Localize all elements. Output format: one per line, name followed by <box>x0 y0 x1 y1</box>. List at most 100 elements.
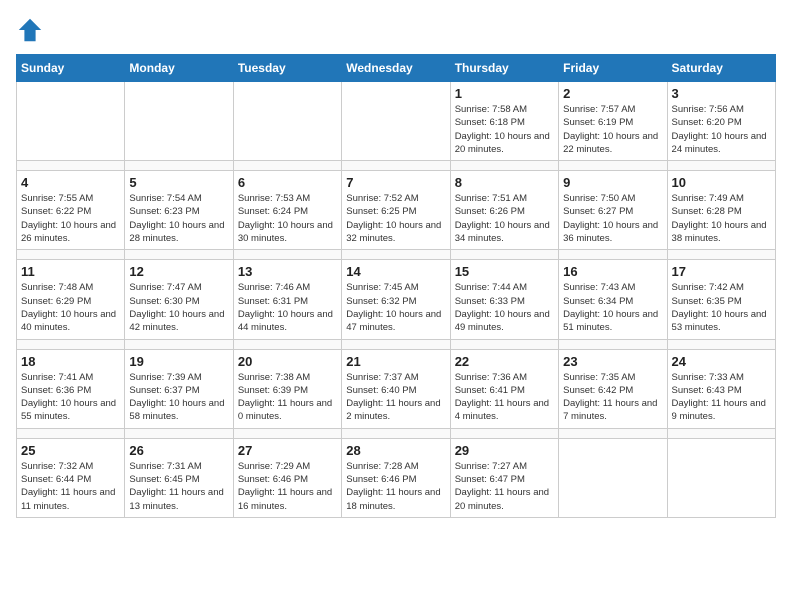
day-info: Sunrise: 7:52 AM Sunset: 6:25 PM Dayligh… <box>346 192 445 245</box>
day-number: 22 <box>455 354 554 369</box>
calendar-cell: 26 Sunrise: 7:31 AM Sunset: 6:45 PM Dayli… <box>125 438 233 517</box>
weekday-thursday: Thursday <box>450 55 558 82</box>
calendar: SundayMondayTuesdayWednesdayThursdayFrid… <box>16 54 776 518</box>
calendar-cell <box>233 82 341 161</box>
calendar-cell: 1Sunrise: 7:58 AM Sunset: 6:18 PM Daylig… <box>450 82 558 161</box>
day-info: Sunrise: 7:37 AM Sunset: 6:40 PM Dayligh… <box>346 371 445 424</box>
day-info: Sunrise: 7:54 AM Sunset: 6:23 PM Dayligh… <box>129 192 228 245</box>
calendar-cell: 20 Sunrise: 7:38 AM Sunset: 6:39 PM Dayli… <box>233 349 341 428</box>
day-info: Sunrise: 7:41 AM Sunset: 6:36 PM Dayligh… <box>21 371 120 424</box>
weekday-monday: Monday <box>125 55 233 82</box>
day-number: 4 <box>21 175 120 190</box>
day-number: 12 <box>129 264 228 279</box>
separator-row <box>17 428 776 438</box>
day-info: Sunrise: 7:51 AM Sunset: 6:26 PM Dayligh… <box>455 192 554 245</box>
day-info: Sunrise: 7:50 AM Sunset: 6:27 PM Dayligh… <box>563 192 662 245</box>
calendar-cell <box>125 82 233 161</box>
calendar-cell: 18Sunrise: 7:41 AM Sunset: 6:36 PM Dayli… <box>17 349 125 428</box>
day-number: 23 <box>563 354 662 369</box>
day-info: Sunrise: 7:47 AM Sunset: 6:30 PM Dayligh… <box>129 281 228 334</box>
day-number: 11 <box>21 264 120 279</box>
calendar-cell: 24 Sunrise: 7:33 AM Sunset: 6:43 PM Dayli… <box>667 349 775 428</box>
day-info: Sunrise: 7:49 AM Sunset: 6:28 PM Dayligh… <box>672 192 771 245</box>
day-info: Sunrise: 7:55 AM Sunset: 6:22 PM Dayligh… <box>21 192 120 245</box>
day-info: Sunrise: 7:29 AM Sunset: 6:46 PM Dayligh… <box>238 460 337 513</box>
week-row-1: 1Sunrise: 7:58 AM Sunset: 6:18 PM Daylig… <box>17 82 776 161</box>
day-number: 26 <box>129 443 228 458</box>
day-info: Sunrise: 7:33 AM Sunset: 6:43 PM Dayligh… <box>672 371 771 424</box>
day-number: 25 <box>21 443 120 458</box>
day-info: Sunrise: 7:31 AM Sunset: 6:45 PM Dayligh… <box>129 460 228 513</box>
calendar-cell: 5Sunrise: 7:54 AM Sunset: 6:23 PM Daylig… <box>125 171 233 250</box>
calendar-cell: 7 Sunrise: 7:52 AM Sunset: 6:25 PM Daylig… <box>342 171 450 250</box>
calendar-cell: 23 Sunrise: 7:35 AM Sunset: 6:42 PM Dayli… <box>559 349 667 428</box>
day-info: Sunrise: 7:35 AM Sunset: 6:42 PM Dayligh… <box>563 371 662 424</box>
calendar-cell: 28 Sunrise: 7:28 AM Sunset: 6:46 PM Dayli… <box>342 438 450 517</box>
calendar-cell: 15 Sunrise: 7:44 AM Sunset: 6:33 PM Dayli… <box>450 260 558 339</box>
calendar-cell: 12 Sunrise: 7:47 AM Sunset: 6:30 PM Dayli… <box>125 260 233 339</box>
day-number: 20 <box>238 354 337 369</box>
weekday-saturday: Saturday <box>667 55 775 82</box>
day-number: 19 <box>129 354 228 369</box>
calendar-cell: 14 Sunrise: 7:45 AM Sunset: 6:32 PM Dayli… <box>342 260 450 339</box>
calendar-cell: 17 Sunrise: 7:42 AM Sunset: 6:35 PM Dayli… <box>667 260 775 339</box>
weekday-friday: Friday <box>559 55 667 82</box>
day-number: 2 <box>563 86 662 101</box>
week-row-2: 4 Sunrise: 7:55 AM Sunset: 6:22 PM Daylig… <box>17 171 776 250</box>
day-number: 28 <box>346 443 445 458</box>
calendar-cell: 3 Sunrise: 7:56 AM Sunset: 6:20 PM Daylig… <box>667 82 775 161</box>
day-info: Sunrise: 7:36 AM Sunset: 6:41 PM Dayligh… <box>455 371 554 424</box>
calendar-cell <box>667 438 775 517</box>
day-number: 14 <box>346 264 445 279</box>
day-number: 27 <box>238 443 337 458</box>
week-row-4: 18Sunrise: 7:41 AM Sunset: 6:36 PM Dayli… <box>17 349 776 428</box>
day-info: Sunrise: 7:45 AM Sunset: 6:32 PM Dayligh… <box>346 281 445 334</box>
calendar-cell: 29 Sunrise: 7:27 AM Sunset: 6:47 PM Dayli… <box>450 438 558 517</box>
day-info: Sunrise: 7:42 AM Sunset: 6:35 PM Dayligh… <box>672 281 771 334</box>
day-number: 7 <box>346 175 445 190</box>
day-number: 8 <box>455 175 554 190</box>
calendar-cell: 27 Sunrise: 7:29 AM Sunset: 6:46 PM Dayli… <box>233 438 341 517</box>
calendar-cell: 10 Sunrise: 7:49 AM Sunset: 6:28 PM Dayli… <box>667 171 775 250</box>
calendar-cell: 16Sunrise: 7:43 AM Sunset: 6:34 PM Dayli… <box>559 260 667 339</box>
day-number: 29 <box>455 443 554 458</box>
day-number: 15 <box>455 264 554 279</box>
day-number: 24 <box>672 354 771 369</box>
day-info: Sunrise: 7:27 AM Sunset: 6:47 PM Dayligh… <box>455 460 554 513</box>
day-info: Sunrise: 7:28 AM Sunset: 6:46 PM Dayligh… <box>346 460 445 513</box>
day-info: Sunrise: 7:58 AM Sunset: 6:18 PM Dayligh… <box>455 103 554 156</box>
day-number: 10 <box>672 175 771 190</box>
separator-row <box>17 250 776 260</box>
calendar-cell <box>342 82 450 161</box>
day-info: Sunrise: 7:39 AM Sunset: 6:37 PM Dayligh… <box>129 371 228 424</box>
calendar-cell: 22 Sunrise: 7:36 AM Sunset: 6:41 PM Dayli… <box>450 349 558 428</box>
calendar-body: 1Sunrise: 7:58 AM Sunset: 6:18 PM Daylig… <box>17 82 776 518</box>
logo <box>16 16 48 44</box>
calendar-cell: 25 Sunrise: 7:32 AM Sunset: 6:44 PM Dayli… <box>17 438 125 517</box>
day-info: Sunrise: 7:48 AM Sunset: 6:29 PM Dayligh… <box>21 281 120 334</box>
day-info: Sunrise: 7:32 AM Sunset: 6:44 PM Dayligh… <box>21 460 120 513</box>
weekday-sunday: Sunday <box>17 55 125 82</box>
day-number: 3 <box>672 86 771 101</box>
week-row-5: 25 Sunrise: 7:32 AM Sunset: 6:44 PM Dayli… <box>17 438 776 517</box>
weekday-header: SundayMondayTuesdayWednesdayThursdayFrid… <box>17 55 776 82</box>
day-info: Sunrise: 7:38 AM Sunset: 6:39 PM Dayligh… <box>238 371 337 424</box>
day-info: Sunrise: 7:56 AM Sunset: 6:20 PM Dayligh… <box>672 103 771 156</box>
calendar-cell: 6Sunrise: 7:53 AM Sunset: 6:24 PM Daylig… <box>233 171 341 250</box>
day-number: 9 <box>563 175 662 190</box>
day-info: Sunrise: 7:44 AM Sunset: 6:33 PM Dayligh… <box>455 281 554 334</box>
header <box>16 16 776 44</box>
calendar-cell: 4 Sunrise: 7:55 AM Sunset: 6:22 PM Daylig… <box>17 171 125 250</box>
calendar-cell: 13Sunrise: 7:46 AM Sunset: 6:31 PM Dayli… <box>233 260 341 339</box>
calendar-cell: 9 Sunrise: 7:50 AM Sunset: 6:27 PM Daylig… <box>559 171 667 250</box>
day-number: 17 <box>672 264 771 279</box>
day-info: Sunrise: 7:53 AM Sunset: 6:24 PM Dayligh… <box>238 192 337 245</box>
calendar-cell <box>559 438 667 517</box>
calendar-cell: 19 Sunrise: 7:39 AM Sunset: 6:37 PM Dayli… <box>125 349 233 428</box>
day-info: Sunrise: 7:46 AM Sunset: 6:31 PM Dayligh… <box>238 281 337 334</box>
weekday-wednesday: Wednesday <box>342 55 450 82</box>
day-number: 21 <box>346 354 445 369</box>
calendar-cell: 11 Sunrise: 7:48 AM Sunset: 6:29 PM Dayli… <box>17 260 125 339</box>
calendar-cell: 8 Sunrise: 7:51 AM Sunset: 6:26 PM Daylig… <box>450 171 558 250</box>
day-info: Sunrise: 7:43 AM Sunset: 6:34 PM Dayligh… <box>563 281 662 334</box>
